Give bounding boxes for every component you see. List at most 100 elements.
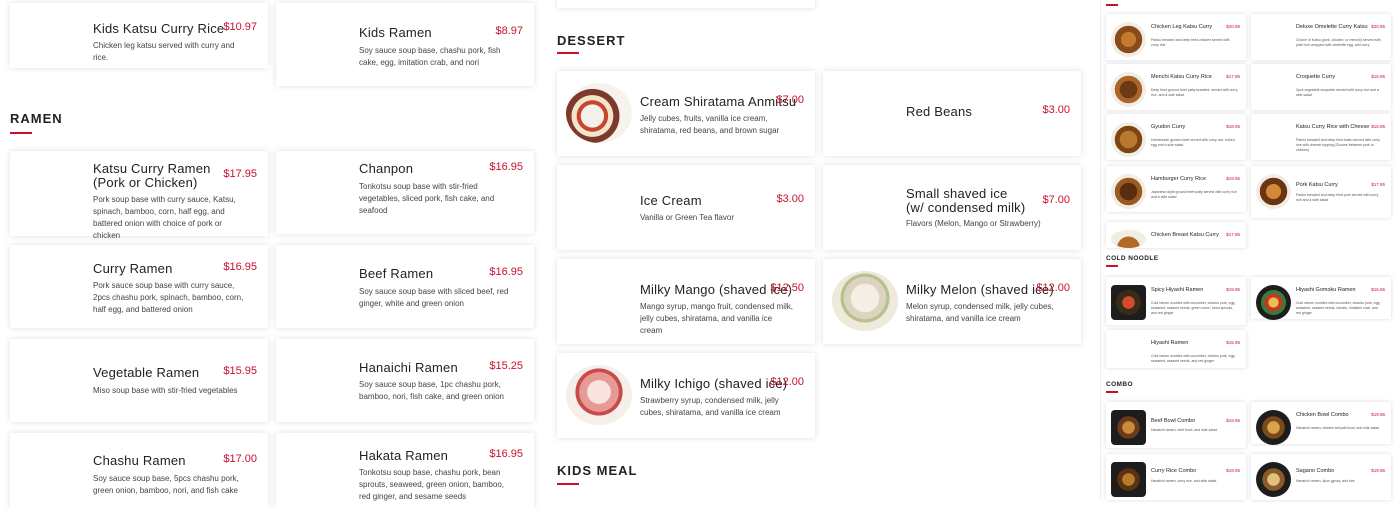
item-description: Homemade gyudon beef served with curry r… bbox=[1151, 138, 1235, 147]
item-price: $16.95 bbox=[223, 261, 257, 273]
menu-card[interactable]: Milky Ichigo (shaved ice) $12.00 Strawbe… bbox=[557, 353, 815, 438]
item-price: $18.95 bbox=[1226, 124, 1240, 129]
item-name: Curry Ramen bbox=[93, 261, 173, 276]
item-description: Tonkotsu soup base with stir-fried veget… bbox=[359, 182, 495, 215]
item-description: Soy sauce soup base, chashu pork, fish c… bbox=[359, 46, 501, 67]
sidebar-item[interactable]: Menchi Katsu Curry Rice $17.95 Deep frie… bbox=[1106, 64, 1246, 110]
item-name: Chicken Breast Katsu Curry bbox=[1151, 232, 1219, 238]
sidebar-item[interactable]: Curry Rice Combo $19.95 Hanaichi ramen, … bbox=[1106, 454, 1246, 500]
item-name: Hiyashi Gomoku Ramen bbox=[1296, 287, 1356, 293]
item-price: $20.95 bbox=[1226, 24, 1240, 29]
item-name: Hamburger Curry Rice bbox=[1151, 176, 1207, 182]
sidebar-menu-preview: Chicken Leg Katsu Curry $20.95 Panko bre… bbox=[1100, 0, 1400, 500]
item-description: Panko breaded and deep fried pork served… bbox=[1296, 193, 1379, 202]
item-price: $7.00 bbox=[776, 94, 804, 106]
item-price: $18.95 bbox=[1371, 74, 1385, 79]
menu-card[interactable]: Cream Shiratama Anmitsu $7.00 Jelly cube… bbox=[557, 71, 815, 156]
item-price: $16.95 bbox=[489, 161, 523, 173]
item-description: Pork sauce soup base with curry sauce, 2… bbox=[93, 281, 244, 314]
item-price: $16.95 bbox=[489, 266, 523, 278]
menu-card[interactable]: Curry Ramen $16.95 Pork sauce soup base … bbox=[10, 245, 268, 328]
menu-card[interactable]: Katsu Curry Ramen (Pork or Chicken) $17.… bbox=[10, 151, 268, 240]
item-description: Choice of Katsu (pork, chicken, or mench… bbox=[1296, 38, 1381, 47]
item-price: $12.00 bbox=[1036, 282, 1070, 294]
item-price: $10.97 bbox=[223, 21, 257, 33]
item-description: 2pcs vegetable croquette served with cur… bbox=[1296, 88, 1379, 97]
menu-card[interactable]: Small shaved ice (w/ condensed milk) $7.… bbox=[823, 165, 1081, 250]
item-price: $19.95 bbox=[1226, 287, 1240, 292]
item-description: Panko breaded and deep fried katsu serve… bbox=[1296, 138, 1380, 152]
food-photo bbox=[1256, 462, 1291, 497]
food-photo bbox=[1256, 410, 1291, 445]
item-description: Deep fried ground beef patty breaded, se… bbox=[1151, 88, 1238, 97]
item-description: Cold ramen noodles with cucumber, chashu… bbox=[1151, 301, 1236, 315]
item-name: Pork Katsu Curry bbox=[1296, 182, 1338, 188]
item-price: $19.95 bbox=[1371, 412, 1385, 417]
sidebar-item[interactable]: Chicken Breast Katsu Curry $17.95 bbox=[1106, 222, 1246, 248]
item-name: Sagano Combo bbox=[1296, 468, 1335, 474]
menu-card[interactable]: Beef Ramen $16.95 Soy sauce soup base wi… bbox=[276, 245, 534, 328]
item-description: Soy sauce soup base, 5pcs chashu pork, g… bbox=[93, 474, 239, 495]
item-name: Croquette Curry bbox=[1296, 74, 1336, 80]
item-description: Flavors (Melon, Mango or Strawberry) bbox=[906, 219, 1041, 228]
item-price: $15.25 bbox=[489, 360, 523, 372]
item-name: Small shaved ice (w/ condensed milk) bbox=[906, 186, 1026, 215]
item-name: Red Beans bbox=[906, 104, 973, 119]
item-name: Hanaichi Ramen bbox=[359, 360, 458, 375]
menu-card[interactable]: Kids Katsu Curry Rice $10.97 Chicken leg… bbox=[10, 3, 268, 68]
item-name: Katsu Curry Rice with Cheese bbox=[1296, 124, 1370, 130]
food-photo bbox=[1111, 462, 1146, 497]
food-photo bbox=[1111, 410, 1146, 445]
section-title-kids-meal: KIDS MEAL bbox=[557, 463, 638, 478]
item-price: $3.00 bbox=[1042, 104, 1070, 116]
sidebar-item[interactable]: Katsu Curry Rice with Cheese $18.95 Pank… bbox=[1251, 114, 1391, 160]
section-underline bbox=[10, 132, 32, 134]
item-price: $17.00 bbox=[223, 453, 257, 465]
food-photo bbox=[1111, 122, 1146, 157]
item-name: Gyudon Curry bbox=[1151, 124, 1186, 130]
menu-card[interactable]: Vegetable Ramen $15.95 Miso soup base wi… bbox=[10, 339, 268, 422]
sidebar-item[interactable]: Hamburger Curry Rice $19.95 Japanese-sty… bbox=[1106, 166, 1246, 212]
menu-card[interactable]: Milky Mango (shaved ice) $12.50 Mango sy… bbox=[557, 259, 815, 344]
sidebar-item[interactable]: Chicken Bowl Combo $19.95 Hanaichi ramen… bbox=[1251, 402, 1391, 445]
section-title-ramen: RAMEN bbox=[10, 111, 63, 126]
item-name: Menchi Katsu Curry Rice bbox=[1151, 74, 1212, 80]
item-description: Pork soup base with curry sauce, Katsu, … bbox=[93, 195, 236, 240]
sidebar-item[interactable]: Hiyashi Ramen $15.95 Cold ramen noodles … bbox=[1106, 330, 1246, 368]
sidebar-item[interactable]: Deluxe Omelette Curry Katsu $20.95 Choic… bbox=[1251, 14, 1391, 60]
menu-card[interactable]: Milky Melon (shaved ice) $12.00 Melon sy… bbox=[823, 259, 1081, 344]
menu-card[interactable]: Kids Ramen $8.97 Soy sauce soup base, ch… bbox=[276, 3, 534, 86]
item-price: $7.00 bbox=[1042, 194, 1070, 206]
menu-card[interactable]: Hanaichi Ramen $15.25 Soy sauce soup bas… bbox=[276, 339, 534, 422]
sidebar-item[interactable]: Beef Bowl Combo $19.95 Hanaichi ramen, b… bbox=[1106, 402, 1246, 448]
item-price: $19.95 bbox=[1371, 468, 1385, 473]
item-price: $19.95 bbox=[1226, 176, 1240, 181]
dessert-photo bbox=[566, 365, 632, 425]
item-description: Soy sauce soup base, 1pc chashu pork, ba… bbox=[359, 380, 504, 401]
item-price: $19.95 bbox=[1226, 468, 1240, 473]
item-name: Beef Bowl Combo bbox=[1151, 418, 1196, 424]
menu-card[interactable]: Ice Cream $3.00 Vanilla or Green Tea fla… bbox=[557, 165, 815, 250]
menu-card[interactable]: Chanpon $16.95 Tonkotsu soup base with s… bbox=[276, 151, 534, 234]
menu-card[interactable]: Hakata Ramen $16.95 Tonkotsu soup base, … bbox=[276, 433, 534, 508]
sidebar-item[interactable]: Chicken Leg Katsu Curry $20.95 Panko bre… bbox=[1106, 14, 1246, 60]
sidebar-item[interactable]: Croquette Curry $18.95 2pcs vegetable cr… bbox=[1251, 64, 1391, 110]
sidebar-item[interactable]: Spicy Hiyashi Ramen $19.95 Cold ramen no… bbox=[1106, 277, 1246, 325]
item-description: Hanaichi ramen, 4pcs gyoza, and rice bbox=[1296, 479, 1355, 483]
item-name: Beef Ramen bbox=[359, 266, 434, 281]
sidebar-item[interactable]: Sagano Combo $19.95 Hanaichi ramen, 4pcs… bbox=[1251, 454, 1391, 500]
item-name: Hiyashi Ramen bbox=[1151, 340, 1189, 346]
sidebar-item[interactable]: Gyudon Curry $18.95 Homemade gyudon beef… bbox=[1106, 114, 1246, 160]
sidebar-item[interactable]: Hiyashi Gomoku Ramen $16.95 Cold ramen n… bbox=[1251, 277, 1391, 320]
item-price: $3.00 bbox=[776, 193, 804, 205]
item-description: Cold ramen noodles with cucumber, chashu… bbox=[1151, 354, 1236, 363]
item-price: $16.95 bbox=[1371, 287, 1385, 292]
menu-card[interactable]: Red Beans $3.00 bbox=[823, 71, 1081, 156]
sidebar-item[interactable]: Pork Katsu Curry $17.95 Panko breaded an… bbox=[1251, 166, 1391, 218]
item-price: $16.95 bbox=[489, 448, 523, 460]
item-name: Katsu Curry Ramen (Pork or Chicken) bbox=[93, 161, 211, 190]
item-description: Panko breaded and deep fried chicken ser… bbox=[1151, 38, 1230, 47]
menu-card[interactable] bbox=[557, 0, 815, 8]
menu-card[interactable]: Chashu Ramen $17.00 Soy sauce soup base,… bbox=[10, 433, 268, 508]
item-description: Tonkotsu soup base, chashu pork, bean sp… bbox=[359, 468, 504, 501]
